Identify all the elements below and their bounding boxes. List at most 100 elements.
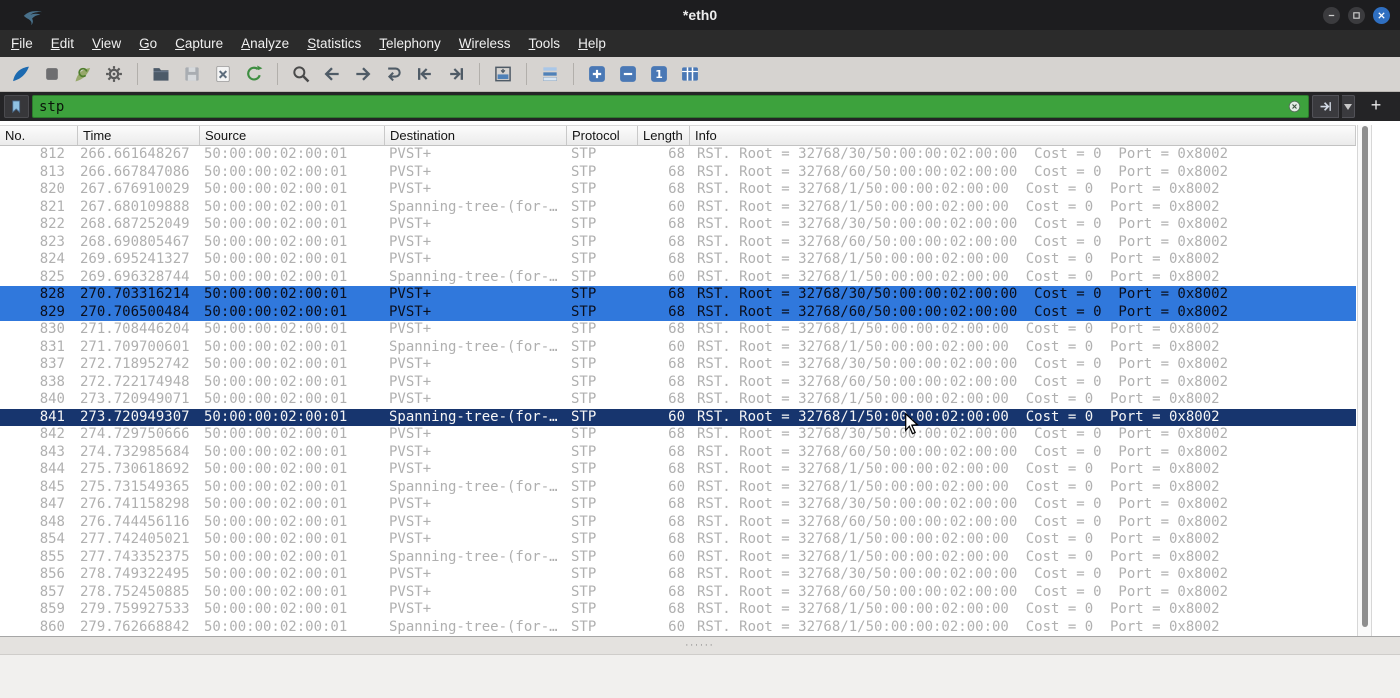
time-cell: 279.759927533	[80, 601, 190, 617]
clear-filter-icon	[1288, 100, 1301, 113]
column-header-protocol[interactable]: Protocol	[567, 126, 638, 145]
packet-row-831[interactable]: 831 271.709700601 50:00:00:02:00:01 Spannin…	[0, 339, 1356, 357]
pane-splitter[interactable]: ······	[0, 636, 1400, 654]
packet-row-820[interactable]: 820 267.676910029 50:00:00:02:00:01 PVST+ ST…	[0, 181, 1356, 199]
start-capture-button[interactable]	[8, 61, 34, 87]
protocol-cell: STP	[571, 601, 597, 617]
go-forward-button[interactable]	[350, 61, 376, 87]
menu-help[interactable]: Help	[569, 32, 615, 55]
packet-row-823[interactable]: 823 268.690805467 50:00:00:02:00:01 PVST+ ST…	[0, 234, 1356, 252]
toolbar-separator	[137, 63, 138, 85]
filter-bookmark-button[interactable]	[4, 95, 29, 118]
packet-row-848[interactable]: 848 276.744456116 50:00:00:02:00:01 PVST+ ST…	[0, 514, 1356, 532]
filter-toolbar: stp +	[0, 92, 1400, 121]
time-cell: 276.741158298	[80, 496, 190, 512]
resize-columns-button[interactable]	[677, 61, 703, 87]
packet-list-header: No. Time Source Destination Protocol Length In…	[0, 125, 1356, 146]
column-header-length[interactable]: Length	[638, 126, 690, 145]
source-cell: 50:00:00:02:00:01	[204, 408, 348, 425]
save-file-button[interactable]	[179, 61, 205, 87]
packet-row-824[interactable]: 824 269.695241327 50:00:00:02:00:01 PVST+ ST…	[0, 251, 1356, 269]
find-packet-button[interactable]	[288, 61, 314, 87]
menu-edit[interactable]: Edit	[42, 32, 83, 55]
packet-row-825[interactable]: 825 269.696328744 50:00:00:02:00:01 Spannin…	[0, 269, 1356, 287]
close-file-icon	[216, 66, 230, 82]
packet-row-847[interactable]: 847 276.741158298 50:00:00:02:00:01 PVST+ ST…	[0, 496, 1356, 514]
filter-apply-button[interactable]	[1312, 95, 1339, 118]
packet-row-844[interactable]: 844 275.730618692 50:00:00:02:00:01 PVST+ ST…	[0, 461, 1356, 479]
menu-file[interactable]: File	[2, 32, 42, 55]
maximize-button[interactable]	[1348, 6, 1365, 24]
packet-row-843[interactable]: 843 274.732985684 50:00:00:02:00:01 PVST+ ST…	[0, 444, 1356, 462]
scrollbar-thumb[interactable]	[1362, 126, 1368, 627]
go-last-button[interactable]	[443, 61, 469, 87]
column-header-info[interactable]: Info	[690, 126, 1356, 145]
packet-row-812[interactable]: 812 266.661648267 50:00:00:02:00:01 PVST+ ST…	[0, 146, 1356, 164]
packet-row-855[interactable]: 855 277.743352375 50:00:00:02:00:01 Spannin…	[0, 549, 1356, 567]
column-header-no[interactable]: No.	[0, 126, 78, 145]
splitter-handle[interactable]: ······	[685, 641, 714, 650]
zoom-original-button[interactable]: 1	[646, 61, 672, 87]
close-button[interactable]	[1373, 6, 1390, 24]
close-icon	[1378, 11, 1385, 19]
filter-input[interactable]: stp	[32, 95, 1309, 118]
menu-go[interactable]: Go	[130, 32, 166, 55]
go-back-button[interactable]	[319, 61, 345, 87]
packet-row-830[interactable]: 830 271.708446204 50:00:00:02:00:01 PVST+ ST…	[0, 321, 1356, 339]
reload-file-icon	[247, 65, 263, 81]
packet-row-837[interactable]: 837 272.718952742 50:00:00:02:00:01 PVST+ ST…	[0, 356, 1356, 374]
zoom-in-button[interactable]	[584, 61, 610, 87]
filter-dropdown-button[interactable]	[1342, 95, 1355, 118]
packet-row-841[interactable]: 841 273.720949307 50:00:00:02:00:01 Spannin…	[0, 408, 1356, 426]
packet-row-813[interactable]: 813 266.667847086 50:00:00:02:00:01 PVST+ ST…	[0, 164, 1356, 182]
packet-row-857[interactable]: 857 278.752450885 50:00:00:02:00:01 PVST+ ST…	[0, 584, 1356, 602]
stop-capture-button[interactable]	[39, 61, 65, 87]
go-to-packet-button[interactable]	[381, 61, 407, 87]
open-file-button[interactable]	[148, 61, 174, 87]
packet-row-860[interactable]: 860 279.762668842 50:00:00:02:00:01 Spannin…	[0, 619, 1356, 637]
close-file-button[interactable]	[210, 61, 236, 87]
packet-row-838[interactable]: 838 272.722174948 50:00:00:02:00:01 PVST+ ST…	[0, 374, 1356, 392]
length-cell: 60	[668, 338, 685, 355]
source-cell: 50:00:00:02:00:01	[204, 443, 348, 460]
no-cell: 823	[39, 233, 65, 250]
column-header-destination[interactable]: Destination	[385, 126, 567, 145]
packet-row-859[interactable]: 859 279.759927533 50:00:00:02:00:01 PVST+ ST…	[0, 601, 1356, 619]
destination-cell: PVST+	[389, 373, 432, 390]
column-header-time[interactable]: Time	[78, 126, 200, 145]
menu-tools[interactable]: Tools	[520, 32, 570, 55]
filter-add-button[interactable]: +	[1364, 95, 1388, 118]
column-header-source[interactable]: Source	[200, 126, 385, 145]
filter-clear-button[interactable]	[1287, 99, 1302, 114]
menu-statistics[interactable]: Statistics	[298, 32, 370, 55]
menu-capture[interactable]: Capture	[166, 32, 232, 55]
packet-row-829[interactable]: 829 270.706500484 50:00:00:02:00:01 PVST+ ST…	[0, 303, 1356, 321]
colorize-button[interactable]	[537, 61, 563, 87]
protocol-cell: STP	[571, 548, 597, 565]
packet-row-845[interactable]: 845 275.731549365 50:00:00:02:00:01 Spannin…	[0, 479, 1356, 497]
capture-options-button[interactable]	[101, 61, 127, 87]
vertical-scrollbar[interactable]	[1357, 125, 1372, 636]
source-cell: 50:00:00:02:00:01	[204, 216, 348, 232]
packet-row-854[interactable]: 854 277.742405021 50:00:00:02:00:01 PVST+ ST…	[0, 531, 1356, 549]
packet-row-842[interactable]: 842 274.729750666 50:00:00:02:00:01 PVST+ ST…	[0, 426, 1356, 444]
menu-telephony[interactable]: Telephony	[370, 32, 450, 55]
go-first-button[interactable]	[412, 61, 438, 87]
packet-row-840[interactable]: 840 273.720949071 50:00:00:02:00:01 PVST+ ST…	[0, 391, 1356, 409]
length-cell: 68	[668, 373, 685, 390]
reload-file-button[interactable]	[241, 61, 267, 87]
menu-wireless[interactable]: Wireless	[450, 32, 520, 55]
restart-capture-button[interactable]	[70, 61, 96, 87]
protocol-cell: STP	[571, 286, 597, 302]
protocol-cell: STP	[571, 513, 597, 530]
packet-row-822[interactable]: 822 268.687252049 50:00:00:02:00:01 PVST+ ST…	[0, 216, 1356, 234]
minimize-button[interactable]	[1323, 6, 1340, 24]
packet-row-828[interactable]: 828 270.703316214 50:00:00:02:00:01 PVST+ ST…	[0, 286, 1356, 304]
menu-view[interactable]: View	[83, 32, 130, 55]
packet-row-821[interactable]: 821 267.680109888 50:00:00:02:00:01 Spannin…	[0, 199, 1356, 217]
menu-analyze[interactable]: Analyze	[232, 32, 298, 55]
packet-row-856[interactable]: 856 278.749322495 50:00:00:02:00:01 PVST+ ST…	[0, 566, 1356, 584]
zoom-out-button[interactable]	[615, 61, 641, 87]
auto-scroll-button[interactable]	[490, 61, 516, 87]
source-cell: 50:00:00:02:00:01	[204, 583, 348, 600]
